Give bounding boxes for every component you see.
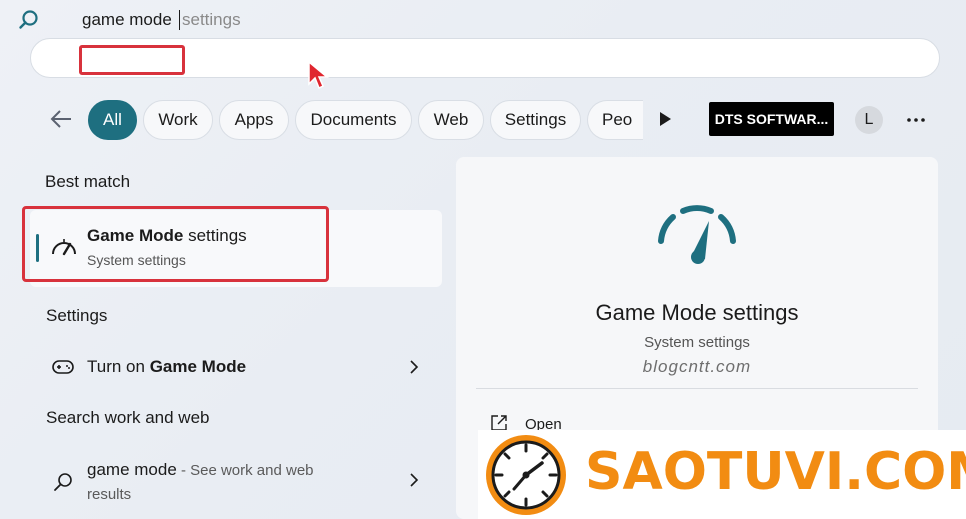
- best-match-header: Best match: [45, 172, 131, 191]
- chevron-right-icon[interactable]: [408, 359, 420, 375]
- web-result-query: game mode: [87, 460, 177, 479]
- tab-all[interactable]: All: [88, 100, 137, 140]
- search-autocomplete: settings: [182, 10, 241, 29]
- gamepad-icon: [52, 360, 74, 374]
- mouse-cursor-icon: [308, 60, 329, 90]
- search-icon: [19, 10, 38, 29]
- web-result-hint: - See work and web: [176, 462, 314, 479]
- scroll-right-icon[interactable]: [658, 111, 672, 127]
- tab-apps[interactable]: Apps: [219, 100, 289, 140]
- tab-people[interactable]: Peo: [587, 100, 643, 140]
- watermark: blogcntt.com: [642, 357, 752, 376]
- chevron-right-icon[interactable]: [408, 472, 420, 488]
- search-input[interactable]: game mode: [82, 8, 172, 32]
- gauge-icon: [658, 205, 736, 264]
- avatar[interactable]: L: [855, 106, 883, 134]
- more-options-icon[interactable]: [906, 112, 926, 128]
- search-icon: [54, 473, 72, 491]
- back-arrow-icon[interactable]: [48, 106, 74, 132]
- tab-work[interactable]: Work: [143, 100, 213, 140]
- brand-logo-text: SAOTUVI.COM: [585, 442, 966, 502]
- organization-badge[interactable]: DTS SOFTWAR...: [709, 102, 834, 136]
- web-result-game-mode[interactable]: game mode - See work and web: [87, 460, 314, 480]
- best-match-highlight-box: [22, 206, 329, 282]
- web-result-hint-continued: results: [87, 486, 132, 503]
- text-caret: [179, 10, 180, 30]
- settings-result-prefix: Turn on: [87, 357, 150, 376]
- tab-documents[interactable]: Documents: [295, 100, 412, 140]
- search-highlight-box: [79, 45, 185, 75]
- settings-result-bold: Game Mode: [149, 357, 247, 376]
- settings-result-turn-on-game-mode[interactable]: Turn on Game Mode: [87, 357, 246, 377]
- tab-web[interactable]: Web: [418, 100, 484, 140]
- clock-logo-icon: [486, 435, 566, 515]
- preview-title: Game Mode settings: [595, 300, 799, 325]
- settings-header: Settings: [46, 306, 108, 325]
- preview-subtitle: System settings: [644, 334, 750, 351]
- tab-settings[interactable]: Settings: [490, 100, 581, 140]
- search-web-header: Search work and web: [46, 408, 210, 427]
- divider: [476, 388, 918, 389]
